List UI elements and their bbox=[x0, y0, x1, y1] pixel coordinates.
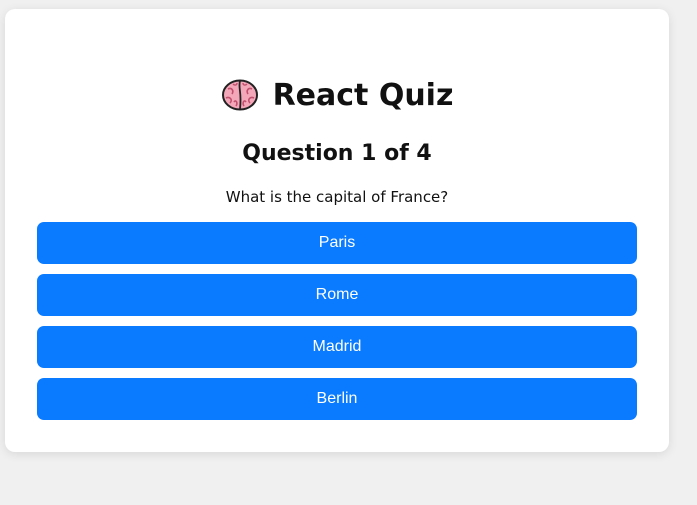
answer-button-paris[interactable]: Paris bbox=[37, 222, 637, 264]
quiz-card: React Quiz Question 1 of 4 What is the c… bbox=[5, 9, 669, 452]
answer-button-berlin[interactable]: Berlin bbox=[37, 378, 637, 420]
brain-icon bbox=[221, 78, 259, 112]
question-counter: Question 1 of 4 bbox=[242, 141, 432, 166]
question-text: What is the capital of France? bbox=[225, 188, 449, 206]
answer-button-rome[interactable]: Rome bbox=[37, 274, 637, 316]
answer-options: Paris Rome Madrid Berlin bbox=[37, 222, 637, 430]
answer-button-madrid[interactable]: Madrid bbox=[37, 326, 637, 368]
quiz-title: React Quiz bbox=[272, 77, 454, 113]
quiz-title-row: React Quiz bbox=[5, 73, 669, 117]
